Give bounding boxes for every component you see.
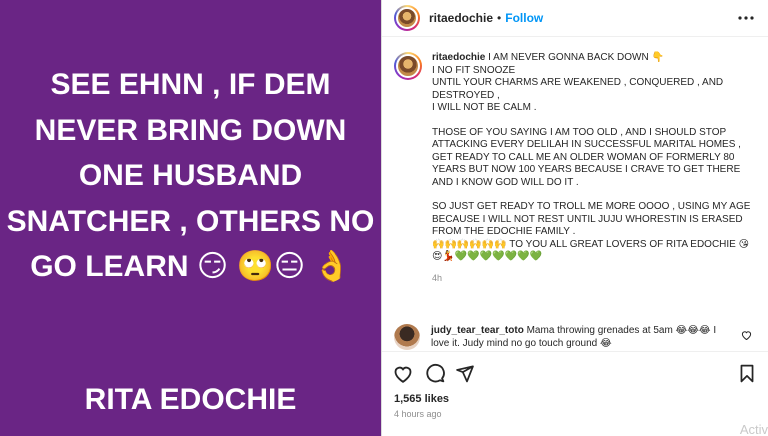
avatar[interactable] (394, 5, 420, 31)
follow-button[interactable]: Follow (505, 11, 543, 25)
caption-time: 4h (432, 272, 443, 283)
post-sidebar: ritaedochie • Follow ritaedochie I AM NE… (382, 0, 768, 436)
separator-dot: • (497, 11, 502, 25)
comment-username[interactable]: judy_tear_tear_toto (431, 325, 524, 336)
post-header: ritaedochie • Follow (382, 0, 768, 37)
header-username[interactable]: ritaedochie (429, 11, 493, 25)
caption-avatar[interactable] (394, 52, 422, 80)
image-signature: RITA EDOCHIE (84, 383, 297, 416)
comment-text: judy_tear_tear_toto Mama throwing grenad… (431, 324, 731, 350)
paper-plane-icon[interactable] (454, 362, 476, 384)
post-image: SEE EHNN , IF DEM NEVER BRING DOWN ONE H… (0, 0, 381, 436)
likes-count[interactable]: 1,565 likes (394, 393, 449, 405)
heart-outline-icon[interactable] (392, 362, 414, 384)
image-caption-text: SEE EHNN , IF DEM NEVER BRING DOWN ONE H… (6, 68, 375, 283)
comment-item: judy_tear_tear_toto Mama throwing grenad… (394, 324, 754, 350)
watermark-text: Activ (739, 422, 768, 436)
caption-para-3: SO JUST GET READY TO TROLL ME MORE OOOO … (432, 201, 751, 262)
more-horizontal-icon[interactable] (738, 12, 754, 20)
action-bar (382, 351, 768, 391)
comment-heart-icon[interactable] (741, 330, 752, 343)
comments-section[interactable]: ritaedochie I AM NEVER GONNA BACK DOWN 👇… (382, 38, 768, 350)
caption-row: ritaedochie I AM NEVER GONNA BACK DOWN 👇… (382, 38, 768, 284)
caption-username[interactable]: ritaedochie (432, 52, 485, 63)
post-time: 4 hours ago (394, 409, 442, 419)
comment-bubble-icon[interactable] (424, 362, 446, 384)
bookmark-icon[interactable] (736, 362, 758, 384)
caption-para-1: ritaedochie I AM NEVER GONNA BACK DOWN 👇… (432, 52, 752, 115)
comment-avatar[interactable] (394, 324, 420, 350)
caption-para-2: THOSE OF YOU SAYING I AM TOO OLD , AND I… (432, 126, 741, 188)
